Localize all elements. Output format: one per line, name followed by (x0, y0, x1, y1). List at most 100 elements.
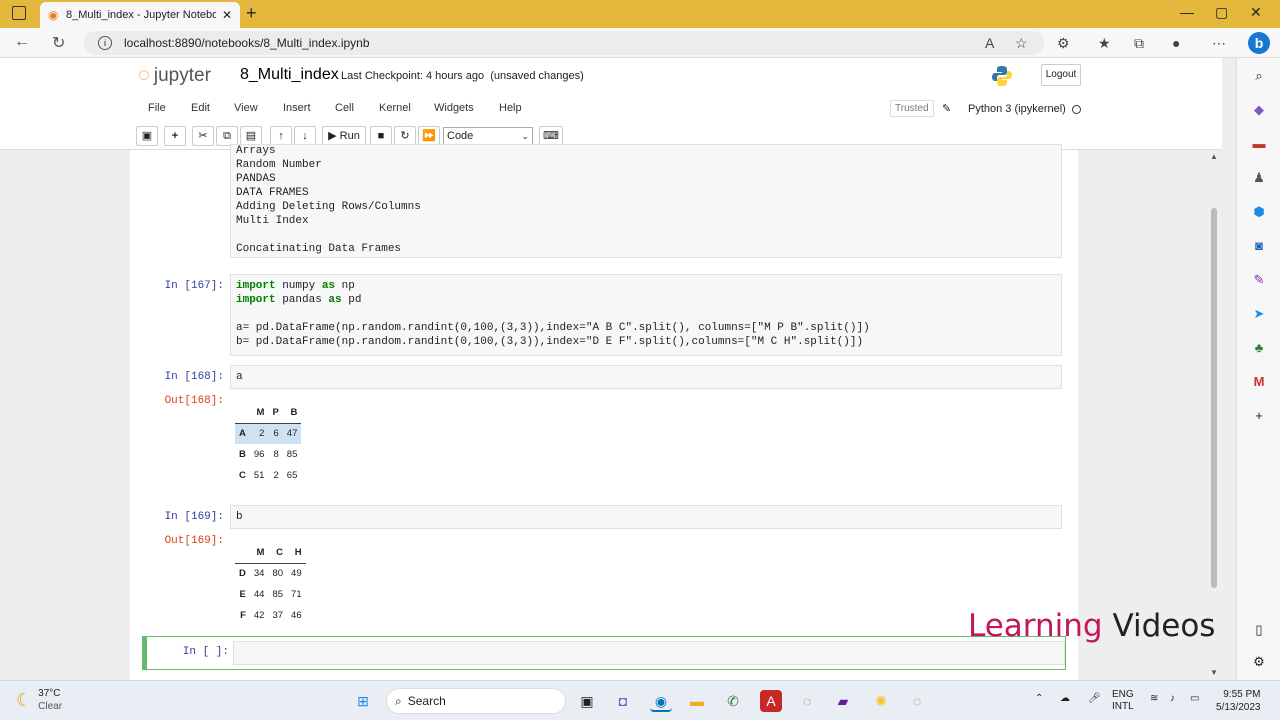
save-icon[interactable]: ▣ (136, 126, 158, 146)
clock[interactable]: 9:55 PM 5/13/2023 (1216, 688, 1261, 714)
cut-icon[interactable]: ✂ (192, 126, 214, 146)
favorites-icon[interactable]: ★ (1098, 35, 1111, 52)
bing-chat-icon[interactable]: b (1248, 32, 1270, 54)
menu-cell[interactable]: Cell (335, 102, 354, 114)
keyboard-icon[interactable]: ⌨ (539, 126, 563, 146)
sidebar-designer-icon[interactable]: ✎ (1251, 272, 1267, 288)
onedrive-icon[interactable]: ☁ (1060, 693, 1070, 705)
logout-button[interactable]: Logout (1041, 64, 1081, 86)
scrollbar-thumb[interactable] (1211, 208, 1217, 588)
sidebar-gmail-icon[interactable]: M (1251, 374, 1267, 390)
jupyter-logo-icon: ◌ (138, 64, 150, 86)
sidebar-send-icon[interactable]: ➤ (1251, 306, 1267, 322)
extensions-icon[interactable]: ⚙ (1057, 35, 1070, 52)
minimize-icon[interactable]: — (1180, 4, 1194, 20)
language-indicator[interactable]: ENG INTL (1112, 689, 1134, 713)
menu-kernel[interactable]: Kernel (379, 102, 411, 114)
task-view-icon[interactable]: ▣ (576, 690, 598, 712)
row-index: C (239, 470, 246, 481)
sidebar-search-icon[interactable]: ⌕ (1251, 68, 1267, 84)
collections-icon[interactable]: ⧉ (1134, 35, 1144, 52)
kernel-name[interactable]: Python 3 (ipykernel) (968, 103, 1066, 115)
menu-edit[interactable]: Edit (191, 102, 210, 114)
insert-cell-icon[interactable]: + (164, 126, 186, 146)
microphone-icon[interactable]: 🎤︎ (1088, 693, 1101, 705)
menu-help[interactable]: Help (499, 102, 522, 114)
code-input-169[interactable]: b (230, 505, 1062, 529)
sidebar-tree-icon[interactable]: ♣ (1251, 340, 1267, 356)
scroll-up-icon[interactable]: ▲ (1210, 152, 1218, 161)
new-tab-icon[interactable]: + (246, 4, 257, 22)
trusted-badge[interactable]: Trusted (890, 100, 934, 117)
battery-icon[interactable]: ▭ (1190, 693, 1199, 705)
acrobat-icon[interactable]: A (760, 690, 782, 712)
scroll-down-icon[interactable]: ▼ (1210, 668, 1218, 677)
run-button[interactable]: ▶ Run (322, 126, 366, 146)
sidebar-settings-icon[interactable]: ⚙ (1251, 654, 1267, 670)
sidebar-games-icon[interactable]: ♟ (1251, 170, 1267, 186)
menu-file[interactable]: File (148, 102, 166, 114)
wifi-icon[interactable]: ≋ (1150, 693, 1158, 705)
notebook-scrollbar[interactable]: ▲ ▼ (1208, 150, 1220, 680)
copy-icon[interactable]: ⧉ (216, 126, 238, 146)
volume-icon[interactable]: ♪ (1170, 693, 1175, 705)
refresh-icon[interactable]: ↻ (52, 33, 65, 53)
sidebar-tools-icon[interactable]: ▬ (1251, 136, 1267, 152)
whatsapp-icon[interactable]: ✆ (722, 690, 744, 712)
favorite-star-icon[interactable]: ☆ (1015, 35, 1028, 52)
site-info-icon[interactable]: i (98, 36, 112, 50)
start-icon[interactable]: ⊞ (352, 690, 374, 712)
sidebar-add-icon[interactable]: + (1251, 408, 1267, 424)
teams-chat-icon[interactable]: ◘ (612, 690, 634, 712)
column-header: C (268, 542, 288, 564)
fast-forward-icon[interactable]: ⏩ (418, 126, 440, 146)
file-explorer-icon[interactable]: ▬ (686, 690, 708, 712)
profile-icon[interactable]: ● (1172, 35, 1180, 51)
sidebar-outlook-icon[interactable]: ◙ (1251, 238, 1267, 254)
watermark: Learning Videos (968, 608, 1216, 644)
python-logo-icon (992, 66, 1012, 86)
app-ring-icon[interactable]: ◌ (796, 690, 818, 712)
jupyter-logo[interactable]: ◌ jupyter (138, 64, 211, 87)
sidebar-layout-icon[interactable]: ▯ (1251, 622, 1267, 638)
table-row: A 2 6 47 (235, 423, 302, 444)
url-field[interactable]: i localhost:8890/notebooks/8_Multi_index… (84, 31, 1044, 55)
code-input-168[interactable]: a (230, 365, 1062, 389)
menu-view[interactable]: View (234, 102, 258, 114)
menu-insert[interactable]: Insert (283, 102, 311, 114)
stop-icon[interactable]: ■ (370, 126, 392, 146)
move-down-icon[interactable]: ↓ (294, 126, 316, 146)
code-input-empty[interactable] (233, 641, 1065, 665)
move-up-icon[interactable]: ↑ (270, 126, 292, 146)
maximize-icon[interactable]: ▢ (1215, 4, 1228, 21)
edit-pencil-icon[interactable]: ✎ (942, 102, 951, 115)
dataframe-a: M P B A 2 6 47 B 96 8 85 C 51 2 65 (235, 402, 302, 486)
browser-tab-active[interactable]: ◉ 8_Multi_index - Jupyter Notebo ✕ (40, 2, 240, 28)
taskbar-search[interactable]: ⌕ Search (386, 688, 566, 714)
code-input-167[interactable]: import numpy as np import pandas as pd a… (230, 274, 1062, 356)
read-aloud-icon[interactable]: A (985, 35, 994, 51)
back-icon[interactable]: ← (14, 33, 30, 51)
notebook-name[interactable]: 8_Multi_index (240, 66, 339, 84)
jupyter-page: ◌ jupyter 8_Multi_index Last Checkpoint:… (0, 58, 1222, 680)
edge-taskbar-icon[interactable]: ◉ (650, 690, 672, 712)
weather-widget[interactable]: ☾ 37°C Clear (16, 687, 62, 713)
table-row: E 44 85 71 (235, 584, 306, 605)
markdown-cell[interactable]: Arrays Random Number PANDAS DATA FRAMES … (230, 144, 1062, 258)
tab-close-icon[interactable]: ✕ (222, 8, 232, 22)
clipchamp-icon[interactable]: ▰ (832, 690, 854, 712)
sidebar-office-icon[interactable]: ⬢ (1251, 204, 1267, 220)
app-sun-icon[interactable]: ✺ (870, 690, 892, 712)
tab-title: 8_Multi_index - Jupyter Notebo (66, 9, 216, 21)
tray-overflow-icon[interactable]: ⌃ (1035, 693, 1043, 705)
close-window-icon[interactable]: ✕ (1250, 4, 1262, 21)
window-menu-icon[interactable] (12, 6, 26, 20)
more-menu-icon[interactable]: ⋯ (1212, 35, 1226, 52)
app-ring2-icon[interactable]: ◌ (906, 690, 928, 712)
paste-icon[interactable]: ▤ (240, 126, 262, 146)
sidebar-shopping-icon[interactable]: ◆ (1251, 102, 1267, 118)
restart-icon[interactable]: ↻ (394, 126, 416, 146)
menu-widgets[interactable]: Widgets (434, 102, 474, 114)
column-header: B (282, 402, 302, 424)
active-code-cell[interactable]: In [ ]: (142, 636, 1066, 670)
